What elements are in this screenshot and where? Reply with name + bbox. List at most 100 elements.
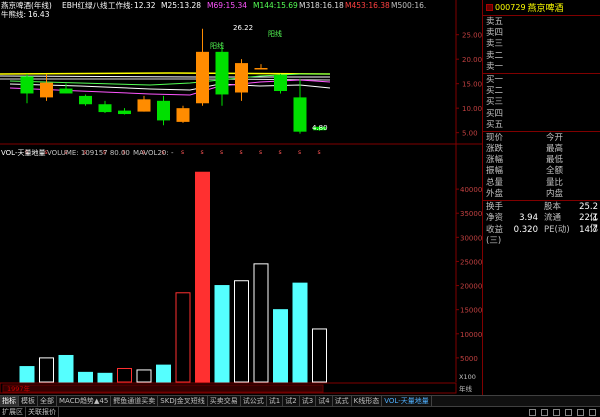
work-line-value: 12.32 [134,1,156,10]
vol-tick: 5000 [460,355,478,363]
fin-list: 换手 股本 25.2亿 净资 3.94 流通 22.1亿 收益(三) 0.320 PE(动) 14.… [483,201,600,246]
candle-body [118,110,131,115]
panel-tab[interactable]: 扩展区 [0,407,26,417]
mark-s: s [220,149,223,156]
candle-body [98,104,112,113]
indicator-tab[interactable]: 买卖交易 [208,396,241,406]
indicator-tab[interactable]: 鳄鱼通道买卖 [111,396,159,406]
indicator-tab[interactable]: VOL-天量地量 [382,396,432,406]
stat-row: 外盘 内盘 [486,188,564,199]
vol-tick: 20000 [460,283,482,291]
bottom-tabs: 指标 模板 全部 MACD趋势▲45 鳄鱼通道买卖 SKDJ金叉短线 买卖交易 试公式 试1 试2… [0,395,600,417]
mark-s: s [259,149,262,156]
panel-tab[interactable]: 关联报价 [26,407,59,417]
price-tick: 15.00 [462,81,482,89]
candle-body [196,51,209,104]
indicator-tab[interactable]: 试1 [267,396,284,406]
bull-bear-label: 牛熊线: [1,9,26,19]
indicator-tab[interactable]: K线形态 [352,396,383,406]
fin-row: 换手 股本 25.2亿 [486,202,598,223]
year-left: 1997年 [7,384,31,393]
volume-bar [39,357,54,383]
annotation-high: 26.22 [233,24,253,32]
price-tick: 10.00 [462,105,482,113]
order-row: 买一 [486,74,504,85]
order-row: 买三 [486,97,504,108]
stats-list: 现价 今开 涨跌 最高 涨幅 最低 振幅 全额 总量 量比 外盘 内盘 [483,132,600,200]
price-tick: 20.00 [462,56,482,64]
indicator-tab[interactable]: 试公式 [241,396,267,406]
candle-body [137,99,151,112]
nav-icon[interactable] [486,4,493,11]
quote-panel: 000729 燕京啤酒 卖五 卖四 卖三 卖二 卖一 买一 买二 买三 买四 买五 现价 今开 涨跌… [482,0,600,405]
zoom-icon[interactable] [529,408,536,416]
candle-body [293,97,307,132]
indicator-name: EBH红绿八线 [62,0,108,10]
indicator-tab[interactable]: 试式 [333,396,352,406]
indicator-tab[interactable]: 试2 [283,396,300,406]
volume-bar [136,369,152,383]
vol-tick: 30000 [460,234,482,242]
kline-chart[interactable]: ssssssssssssssss 25.0020.0015.0010.005.0… [0,0,482,405]
quote-header: 000729 燕京啤酒 [483,0,600,16]
indicator-tab[interactable]: 全部 [38,396,57,406]
indicator-tab[interactable]: 试3 [300,396,317,406]
candle-body [59,88,73,94]
vol-tick: 15000 [460,307,482,315]
order-row: 卖一 [486,61,504,72]
vol-tick: 35000 [460,210,482,218]
vol-tick: 40000 [460,186,482,194]
candle-body [274,74,287,92]
volume-bar [273,309,288,383]
volume-bar [234,280,249,383]
annotation-yang2: 阳线 [268,29,282,38]
indicator-tab[interactable]: 指标 [0,396,19,406]
volume-bar [97,372,113,383]
grid-icon[interactable] [553,408,560,416]
volume-bar [156,364,171,383]
list-icon[interactable] [541,408,548,416]
volume-bar [117,367,132,383]
ma-label: M453:16.38 [345,1,390,10]
mark-s: s [240,149,243,156]
mark-s: s [181,149,184,156]
window-icon[interactable] [589,408,596,416]
volume-bar [58,354,74,383]
ma-line [0,72,331,75]
vol-unit: X100 [459,373,476,381]
chart-icon[interactable] [565,408,572,416]
stat-row: 涨幅 最低 [486,155,564,166]
indicator-tab[interactable]: SKDJ金叉短线 [158,396,208,406]
vol-tick: 10000 [460,331,482,339]
settings-icon[interactable] [577,408,584,416]
annotation-low: 4.80 [312,124,328,132]
buy-list: 买一 买二 买三 买四 买五 [483,74,600,131]
indicator-tab[interactable]: 试4 [316,396,333,406]
mark-s: s [298,149,301,156]
candle-body [79,95,92,105]
vol-text: VOLUME: 109157 80.00 [47,149,130,157]
price-tick: 25.00 [462,32,482,40]
work-line-label: 工作线: [108,0,133,10]
stat-row: 总量 量比 [486,177,564,188]
price-tick: 5.00 [462,130,478,138]
header-indicators: EBH红绿八线 工作线: 12.32 [62,0,156,10]
ma-label: M144:15.69 [253,1,298,10]
indicator-tab[interactable]: MACD趋势▲45 [57,396,112,406]
chart-title: 燕京啤酒(年线) [1,0,52,10]
volume-bar [175,292,191,383]
fin-row: 收益(三) 0.320 PE(动) 14.7 [486,224,598,246]
order-row: 卖二 [486,50,504,61]
sell-list: 卖五 卖四 卖三 卖二 卖一 [483,16,600,73]
volume-bar [78,371,93,383]
order-row: 买四 [486,108,504,119]
stat-row: 振幅 全额 [486,166,564,177]
mavol-text: MAVOL20: - [133,149,174,157]
indicator-tab[interactable]: 模板 [19,396,38,406]
vol-tick: 25000 [460,258,482,266]
candle-body [215,51,229,95]
stat-row: 涨跌 最高 [486,144,564,155]
order-row: 买二 [486,86,504,97]
mark-s: s [201,149,204,156]
mark-s: s [279,149,282,156]
